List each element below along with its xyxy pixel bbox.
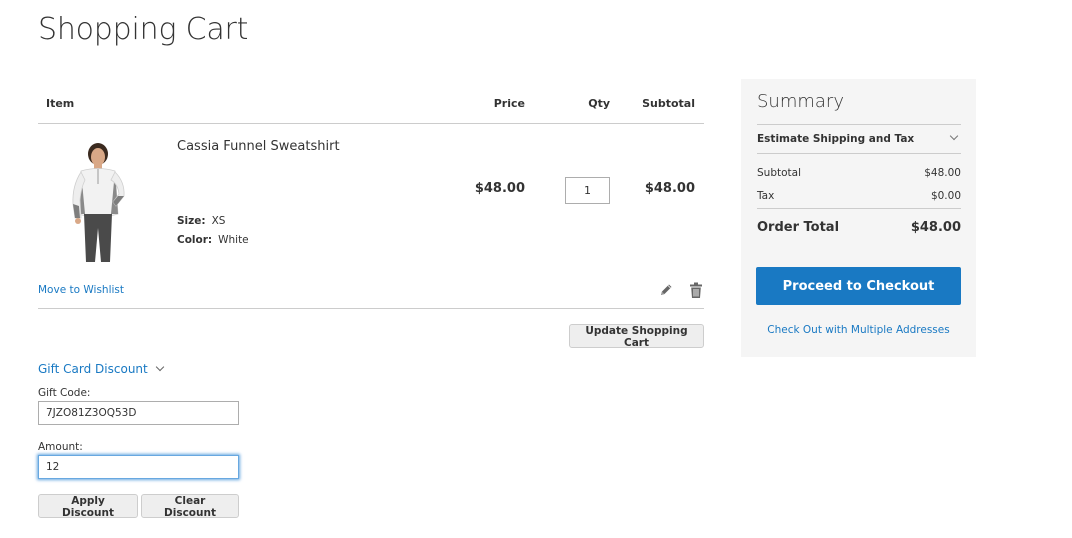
estimate-shipping-toggle[interactable]: Estimate Shipping and Tax xyxy=(757,124,961,154)
order-total-value: $48.00 xyxy=(910,220,961,235)
summary-subtotal-label: Subtotal xyxy=(757,167,801,179)
summary-tax-value: $0.00 xyxy=(930,190,961,202)
order-summary: Summary Estimate Shipping and Tax Subtot… xyxy=(741,79,976,357)
summary-subtotal-value: $48.00 xyxy=(924,167,961,179)
proceed-to-checkout-button[interactable]: Proceed to Checkout xyxy=(756,267,961,305)
gift-card-toggle[interactable]: Gift Card Discount xyxy=(38,362,164,376)
option-value: White xyxy=(218,234,249,246)
estimate-shipping-label: Estimate Shipping and Tax xyxy=(757,133,915,145)
product-option-color: Color: White xyxy=(177,234,249,246)
summary-subtotal-row: Subtotal $48.00 xyxy=(757,167,961,179)
clear-discount-button[interactable]: Clear Discount xyxy=(141,494,239,519)
summary-tax-row: Tax $0.00 xyxy=(757,190,961,202)
item-actions: Move to Wishlist xyxy=(38,282,704,302)
option-label: Size: xyxy=(177,215,206,227)
amount-label: Amount: xyxy=(38,441,83,453)
product-name[interactable]: Cassia Funnel Sweatshirt xyxy=(177,139,340,154)
summary-title: Summary xyxy=(757,91,844,112)
apply-discount-button[interactable]: Apply Discount xyxy=(38,494,138,519)
gift-code-label: Gift Code: xyxy=(38,387,91,399)
column-header-qty: Qty xyxy=(588,97,610,110)
gift-code-input[interactable] xyxy=(38,401,239,425)
option-value: XS xyxy=(211,215,226,227)
gift-card-title: Gift Card Discount xyxy=(38,362,148,376)
product-photo[interactable] xyxy=(48,140,148,264)
column-header-subtotal: Subtotal xyxy=(642,97,695,110)
summary-order-total-row: Order Total $48.00 xyxy=(757,220,961,235)
cart-table-header: Item Price Qty Subtotal xyxy=(38,80,704,124)
cart-item-row: Cassia Funnel Sweatshirt Size: XS Color: W… xyxy=(38,124,704,309)
multi-address-checkout-link[interactable]: Check Out with Multiple Addresses xyxy=(756,324,961,336)
item-subtotal: $48.00 xyxy=(644,181,695,196)
chevron-down-icon xyxy=(155,362,164,372)
cart-table: Item Price Qty Subtotal Cassia Funnel Sw… xyxy=(38,80,704,309)
qty-input[interactable] xyxy=(565,177,610,204)
item-price: $48.00 xyxy=(474,181,525,196)
update-cart-button[interactable]: Update Shopping Cart xyxy=(569,324,704,349)
column-header-item: Item xyxy=(46,97,75,110)
page-title: Shopping Cart xyxy=(38,12,249,47)
summary-divider xyxy=(757,208,961,209)
summary-tax-label: Tax xyxy=(757,190,775,202)
order-total-label: Order Total xyxy=(757,220,840,235)
option-label: Color: xyxy=(177,234,213,246)
product-option-size: Size: XS xyxy=(177,215,225,227)
move-to-wishlist-link[interactable]: Move to Wishlist xyxy=(38,284,124,296)
chevron-down-icon xyxy=(949,131,959,141)
column-header-price: Price xyxy=(493,97,525,110)
amount-input[interactable] xyxy=(38,455,239,479)
trash-icon[interactable] xyxy=(688,282,704,299)
pencil-icon[interactable] xyxy=(658,282,674,298)
